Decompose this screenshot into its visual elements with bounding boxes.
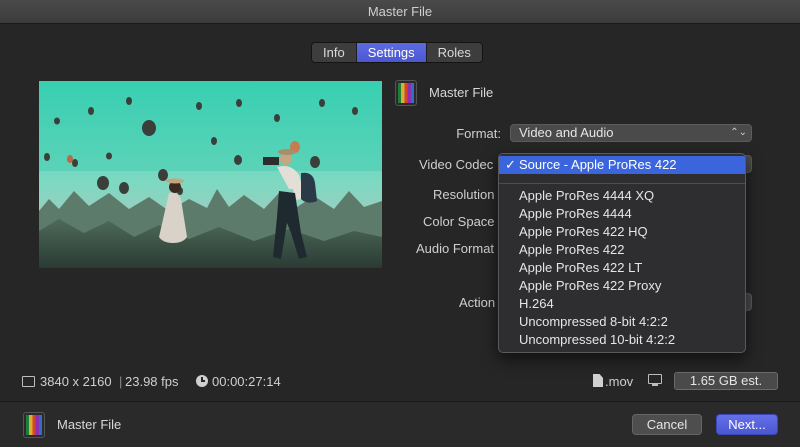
inspector-tabs: Info Settings Roles	[311, 42, 483, 63]
codec-option-source[interactable]: ✓ Source - Apple ProRes 422	[499, 156, 745, 174]
format-popup[interactable]: Video and Audio ⌃⌄	[510, 124, 752, 142]
codec-option[interactable]: Apple ProRes 422 LT	[499, 259, 745, 277]
cancel-button[interactable]: Cancel	[632, 414, 702, 435]
file-size-estimate: 1.65 GB est.	[674, 372, 778, 390]
tab-settings[interactable]: Settings	[356, 43, 427, 62]
checkmark-icon: ✓	[505, 157, 516, 172]
duration-text: 00:00:27:14	[212, 374, 281, 389]
frame-rate-text: 23.98 fps	[125, 374, 179, 389]
video-codec-label: Video Codec	[419, 157, 494, 172]
master-file-icon	[395, 80, 417, 106]
resolution-label: Resolution	[433, 187, 495, 202]
codec-option[interactable]: Apple ProRes 422	[499, 241, 745, 259]
master-file-icon	[23, 412, 45, 438]
format-value: Video and Audio	[519, 125, 614, 140]
codec-option[interactable]: Apple ProRes 422 HQ	[499, 223, 745, 241]
video-codec-menu: ✓ Source - Apple ProRes 422 Apple ProRes…	[498, 153, 746, 353]
window-title-bar: Master File	[0, 0, 800, 24]
display-icon	[648, 374, 662, 386]
action-label: Action	[459, 295, 496, 310]
destination-name: Master File	[429, 85, 494, 100]
dimensions-text: 3840 x 2160	[40, 374, 112, 389]
format-label: Format:	[456, 126, 501, 141]
preview-image	[39, 81, 382, 268]
tab-roles[interactable]: Roles	[427, 43, 482, 62]
resolution-icon	[22, 376, 35, 387]
file-extension-text: .mov	[605, 374, 634, 389]
chevron-updown-icon: ⌃⌄	[730, 127, 747, 138]
color-space-label: Color Space	[423, 214, 495, 229]
codec-option[interactable]: H.264	[499, 295, 745, 313]
next-button[interactable]: Next...	[716, 414, 778, 435]
window-title: Master File	[367, 4, 433, 19]
codec-option-label: Source - Apple ProRes 422	[519, 157, 677, 172]
codec-option[interactable]: Uncompressed 8-bit 4:2:2	[499, 313, 745, 331]
codec-option[interactable]: Apple ProRes 4444	[499, 205, 745, 223]
audio-format-label: Audio Format	[416, 241, 495, 256]
video-preview-thumbnail	[39, 81, 382, 268]
codec-option[interactable]: Apple ProRes 4444 XQ	[499, 187, 745, 205]
codec-option[interactable]: Apple ProRes 422 Proxy	[499, 277, 745, 295]
info-divider: |	[119, 374, 123, 389]
menu-separator	[499, 183, 745, 184]
codec-option[interactable]: Uncompressed 10-bit 4:2:2	[499, 331, 745, 349]
clock-icon	[196, 375, 208, 387]
footer-destination-name: Master File	[57, 417, 122, 432]
tab-info[interactable]: Info	[312, 43, 357, 62]
